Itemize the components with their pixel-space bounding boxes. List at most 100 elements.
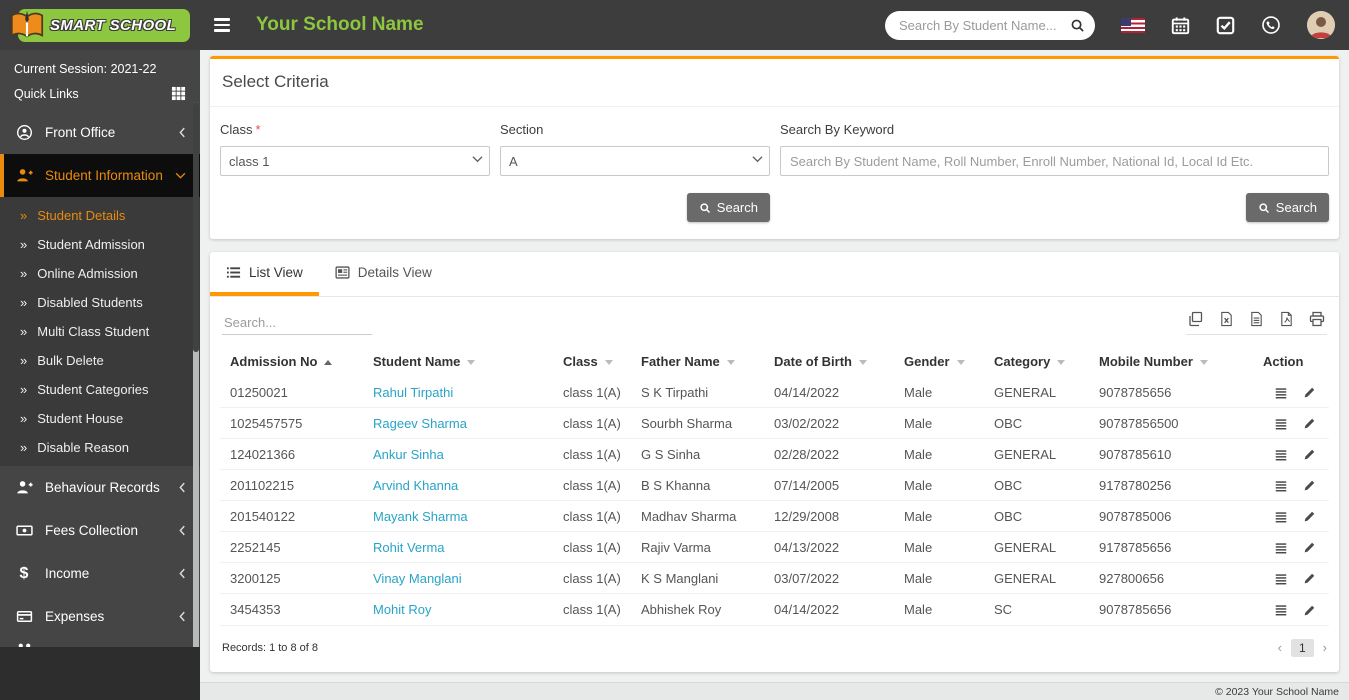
class-select[interactable]: class 1 (220, 146, 490, 176)
sidebar-item-student-admission[interactable]: » Student Admission (0, 230, 200, 259)
col-father-name[interactable]: Father Name (633, 345, 766, 377)
sort-icon (467, 360, 475, 365)
criteria-search-button[interactable]: Search (687, 193, 770, 222)
records-count: Records: 1 to 8 of 8 (222, 642, 318, 654)
student-name-link[interactable]: Arvind Khanna (373, 478, 458, 493)
sidebar-item-student-information[interactable]: Student Information (0, 154, 200, 197)
school-name-title: Your School Name (256, 14, 424, 36)
quick-links-grid-icon[interactable] (171, 86, 186, 101)
global-student-search (885, 11, 1095, 40)
sidebar-item-partial[interactable] (0, 638, 200, 647)
quick-links[interactable]: Quick Links (14, 86, 186, 101)
user-avatar[interactable] (1307, 11, 1335, 39)
sidebar-item-student-house[interactable]: » Student House (0, 404, 200, 433)
keyword-input[interactable] (780, 146, 1329, 176)
global-student-search-input[interactable] (899, 18, 1070, 33)
col-action: Action (1255, 345, 1329, 377)
pagination: ‹ 1 › (1278, 639, 1327, 657)
row-edit-icon[interactable] (1303, 479, 1316, 492)
sidebar-item-disable-reason[interactable]: » Disable Reason (0, 433, 200, 462)
top-header: SMART SCHOOL Your School Name (0, 0, 1349, 50)
partial-menu-icon (14, 641, 34, 648)
sidebar-item-label: Behaviour Records (45, 480, 160, 495)
row-edit-icon[interactable] (1303, 604, 1316, 617)
student-name-link[interactable]: Mohit Roy (373, 602, 432, 617)
search-icon[interactable] (1070, 18, 1085, 33)
print-icon[interactable] (1309, 311, 1325, 327)
col-class[interactable]: Class (555, 345, 633, 377)
table-row: 01250021 Rahul Tirpathi class 1(A) S K T… (220, 377, 1329, 408)
pagination-next-icon[interactable]: › (1323, 640, 1327, 655)
col-mobile-number[interactable]: Mobile Number (1091, 345, 1255, 377)
row-details-icon[interactable] (1274, 479, 1288, 493)
student-name-link[interactable]: Rohit Verma (373, 540, 445, 555)
keyword-search-button[interactable]: Search (1246, 193, 1329, 222)
row-edit-icon[interactable] (1303, 417, 1316, 430)
col-category[interactable]: Category (986, 345, 1091, 377)
sort-icon (1057, 360, 1065, 365)
sidebar-item-online-admission[interactable]: » Online Admission (0, 259, 200, 288)
double-angle-icon: » (20, 237, 27, 252)
whatsapp-icon[interactable] (1261, 15, 1281, 35)
sidebar-item-student-details[interactable]: » Student Details (0, 201, 200, 230)
row-details-icon[interactable] (1274, 572, 1288, 586)
sidebar: Current Session: 2021-22 Quick Links (0, 50, 200, 700)
student-name-link[interactable]: Rahul Tirpathi (373, 385, 453, 400)
student-name-link[interactable]: Vinay Manglani (373, 571, 462, 586)
section-select[interactable]: A (500, 146, 770, 176)
front-office-icon (14, 124, 34, 141)
double-angle-icon: » (20, 411, 27, 426)
row-edit-icon[interactable] (1303, 572, 1316, 585)
student-name-link[interactable]: Ankur Sinha (373, 447, 444, 462)
table-filter-input[interactable] (222, 311, 372, 335)
row-edit-icon[interactable] (1303, 448, 1316, 461)
sidebar-scrollbar[interactable] (193, 102, 199, 647)
row-details-icon[interactable] (1274, 541, 1288, 555)
sidebar-toggle-hamburger-icon[interactable] (214, 18, 230, 32)
export-excel-icon[interactable] (1219, 311, 1234, 327)
col-admission-no[interactable]: Admission No (220, 345, 365, 377)
sidebar-item-multi-class-student[interactable]: » Multi Class Student (0, 317, 200, 346)
student-name-link[interactable]: Mayank Sharma (373, 509, 468, 524)
app-logo[interactable]: SMART SCHOOL (0, 0, 200, 50)
sidebar-item-student-categories[interactable]: » Student Categories (0, 375, 200, 404)
row-edit-icon[interactable] (1303, 386, 1316, 399)
export-csv-icon[interactable] (1249, 311, 1264, 327)
row-edit-icon[interactable] (1303, 541, 1316, 554)
double-angle-icon: » (20, 324, 27, 339)
sort-icon (605, 360, 613, 365)
col-date-of-birth[interactable]: Date of Birth (766, 345, 896, 377)
quick-links-label: Quick Links (14, 87, 79, 101)
sidebar-item-income[interactable]: $ Income (0, 552, 200, 595)
row-details-icon[interactable] (1274, 448, 1288, 462)
sidebar-item-label: Front Office (45, 125, 115, 140)
row-edit-icon[interactable] (1303, 510, 1316, 523)
sidebar-item-expenses[interactable]: Expenses (0, 595, 200, 638)
sidebar-item-front-office[interactable]: Front Office (0, 111, 200, 154)
chevron-left-icon (179, 482, 186, 493)
chevron-left-icon (179, 525, 186, 536)
sidebar-item-bulk-delete[interactable]: » Bulk Delete (0, 346, 200, 375)
copy-icon[interactable] (1188, 311, 1204, 327)
sidebar-item-behaviour-records[interactable]: Behaviour Records (0, 466, 200, 509)
sidebar-item-label: Expenses (45, 609, 104, 624)
pagination-prev-icon[interactable]: ‹ (1278, 640, 1282, 655)
sidebar-item-disabled-students[interactable]: » Disabled Students (0, 288, 200, 317)
pagination-page-1[interactable]: 1 (1291, 639, 1314, 657)
student-name-link[interactable]: Rageev Sharma (373, 416, 467, 431)
row-details-icon[interactable] (1274, 603, 1288, 617)
dollar-icon: $ (14, 565, 34, 583)
col-gender[interactable]: Gender (896, 345, 986, 377)
tab-list-view[interactable]: List View (210, 252, 319, 296)
row-details-icon[interactable] (1274, 510, 1288, 524)
sidebar-item-fees-collection[interactable]: Fees Collection (0, 509, 200, 552)
task-check-icon[interactable] (1216, 16, 1235, 35)
sort-icon (957, 360, 965, 365)
tab-details-view[interactable]: Details View (319, 252, 448, 296)
row-details-icon[interactable] (1274, 417, 1288, 431)
language-flag-icon[interactable] (1121, 18, 1145, 33)
export-pdf-icon[interactable] (1279, 311, 1294, 327)
col-student-name[interactable]: Student Name (365, 345, 555, 377)
row-details-icon[interactable] (1274, 386, 1288, 400)
calendar-icon[interactable] (1171, 16, 1190, 35)
